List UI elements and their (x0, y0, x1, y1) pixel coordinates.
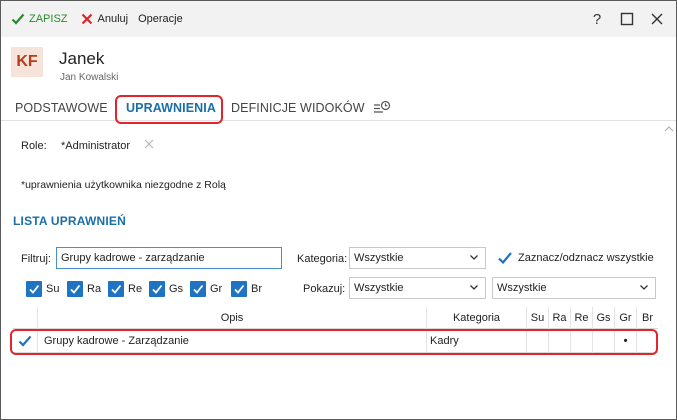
checkbox-gs[interactable]: Gs (149, 280, 183, 298)
check-icon (498, 252, 512, 265)
checkbox-br-label: Br (251, 283, 262, 295)
checkbox-ra-label: Ra (87, 283, 102, 295)
scroll-up-icon[interactable] (664, 125, 674, 135)
history-list-icon (374, 100, 391, 113)
save-button-label: ZAPISZ (29, 13, 68, 25)
column-header-gs[interactable]: Gs (592, 307, 614, 329)
user-name: Janek (59, 49, 105, 68)
chevron-down-icon (470, 255, 478, 260)
close-icon (80, 12, 94, 26)
chevron-down-icon (470, 285, 478, 290)
operations-button[interactable]: Operacje (138, 9, 183, 29)
window-controls: ? (582, 1, 676, 37)
checkbox-gs-label: Gs (169, 283, 184, 295)
role-label: Role: (21, 140, 47, 152)
column-header-select (13, 307, 37, 329)
category-label: Kategoria: (297, 253, 348, 265)
check-all-toggle[interactable]: Zaznacz/odznacz wszystkie (497, 250, 654, 266)
column-header-su[interactable]: Su (526, 307, 548, 329)
checkbox-gr[interactable]: Gr (190, 280, 222, 298)
column-header-ra[interactable]: Ra (548, 307, 570, 329)
remove-role-icon[interactable] (143, 137, 155, 153)
help-button[interactable]: ? (582, 1, 612, 37)
show-select[interactable]: Wszystkie (349, 277, 486, 299)
checkbox-gr-label: Gr (210, 283, 223, 295)
tab-podstawowe[interactable]: PODSTAWOWE (15, 95, 108, 121)
active-tab-highlight (115, 95, 223, 124)
close-window-button[interactable] (642, 1, 672, 37)
show-select-value: Wszystkie (354, 282, 404, 294)
tab-definicje-widokow[interactable]: DEFINICJE WIDOKÓW (231, 95, 365, 121)
checkbox-checked-icon (67, 281, 83, 297)
toolbar: ZAPISZ Anuluj Operacje ? (1, 1, 676, 37)
user-full-name: Jan Kowalski (60, 72, 119, 83)
checkbox-checked-icon (26, 281, 42, 297)
row-highlight (10, 329, 658, 355)
checkbox-su[interactable]: Su (26, 280, 59, 298)
category-select-value: Wszystkie (354, 252, 404, 264)
category-select[interactable]: Wszystkie (349, 247, 486, 269)
filter-input[interactable] (56, 247, 282, 269)
check-all-label: Zaznacz/odznacz wszystkie (518, 252, 654, 264)
close-icon (651, 13, 663, 25)
column-header-opis[interactable]: Opis (37, 307, 426, 329)
show-select-2-value: Wszystkie (497, 282, 547, 294)
checkbox-checked-icon (190, 281, 206, 297)
checkbox-re[interactable]: Re (108, 280, 142, 298)
cancel-button[interactable]: Anuluj (80, 9, 129, 29)
column-header-gr[interactable]: Gr (614, 307, 636, 329)
checkbox-checked-icon (108, 281, 124, 297)
avatar: KF (11, 47, 43, 77)
checkbox-re-label: Re (128, 283, 143, 295)
maximize-button[interactable] (612, 1, 642, 37)
checkbox-su-label: Su (46, 283, 60, 295)
column-header-kategoria[interactable]: Kategoria (426, 307, 526, 329)
tab-bar: PODSTAWOWE UPRAWNIENIA DEFINICJE WIDOKÓW (1, 95, 676, 121)
filter-label: Filtruj: (21, 253, 51, 265)
table-header: Opis Kategoria Su Ra Re Gs Gr Br (13, 307, 658, 329)
show-label: Pokazuj: (303, 283, 346, 295)
chevron-down-icon (640, 285, 648, 290)
tab-history[interactable] (373, 95, 391, 121)
section-title: LISTA UPRAWNIEŃ (13, 214, 126, 228)
permissions-note: *uprawnienia użytkownika niezgodne z Rol… (21, 179, 226, 191)
operations-button-label: Operacje (138, 13, 183, 25)
checkbox-checked-icon (149, 281, 165, 297)
cancel-button-label: Anuluj (97, 13, 129, 25)
window-frame: ZAPISZ Anuluj Operacje ? KF Janek Jan Ko… (0, 0, 677, 420)
checkbox-checked-icon (231, 281, 247, 297)
maximize-icon (620, 12, 634, 26)
checkbox-br[interactable]: Br (231, 280, 262, 298)
role-value: *Administrator (61, 140, 131, 152)
checkbox-ra[interactable]: Ra (67, 280, 101, 298)
show-select-2[interactable]: Wszystkie (492, 277, 656, 299)
column-header-re[interactable]: Re (570, 307, 592, 329)
check-icon (11, 12, 25, 26)
column-header-br[interactable]: Br (636, 307, 658, 329)
save-button[interactable]: ZAPISZ (11, 9, 68, 29)
